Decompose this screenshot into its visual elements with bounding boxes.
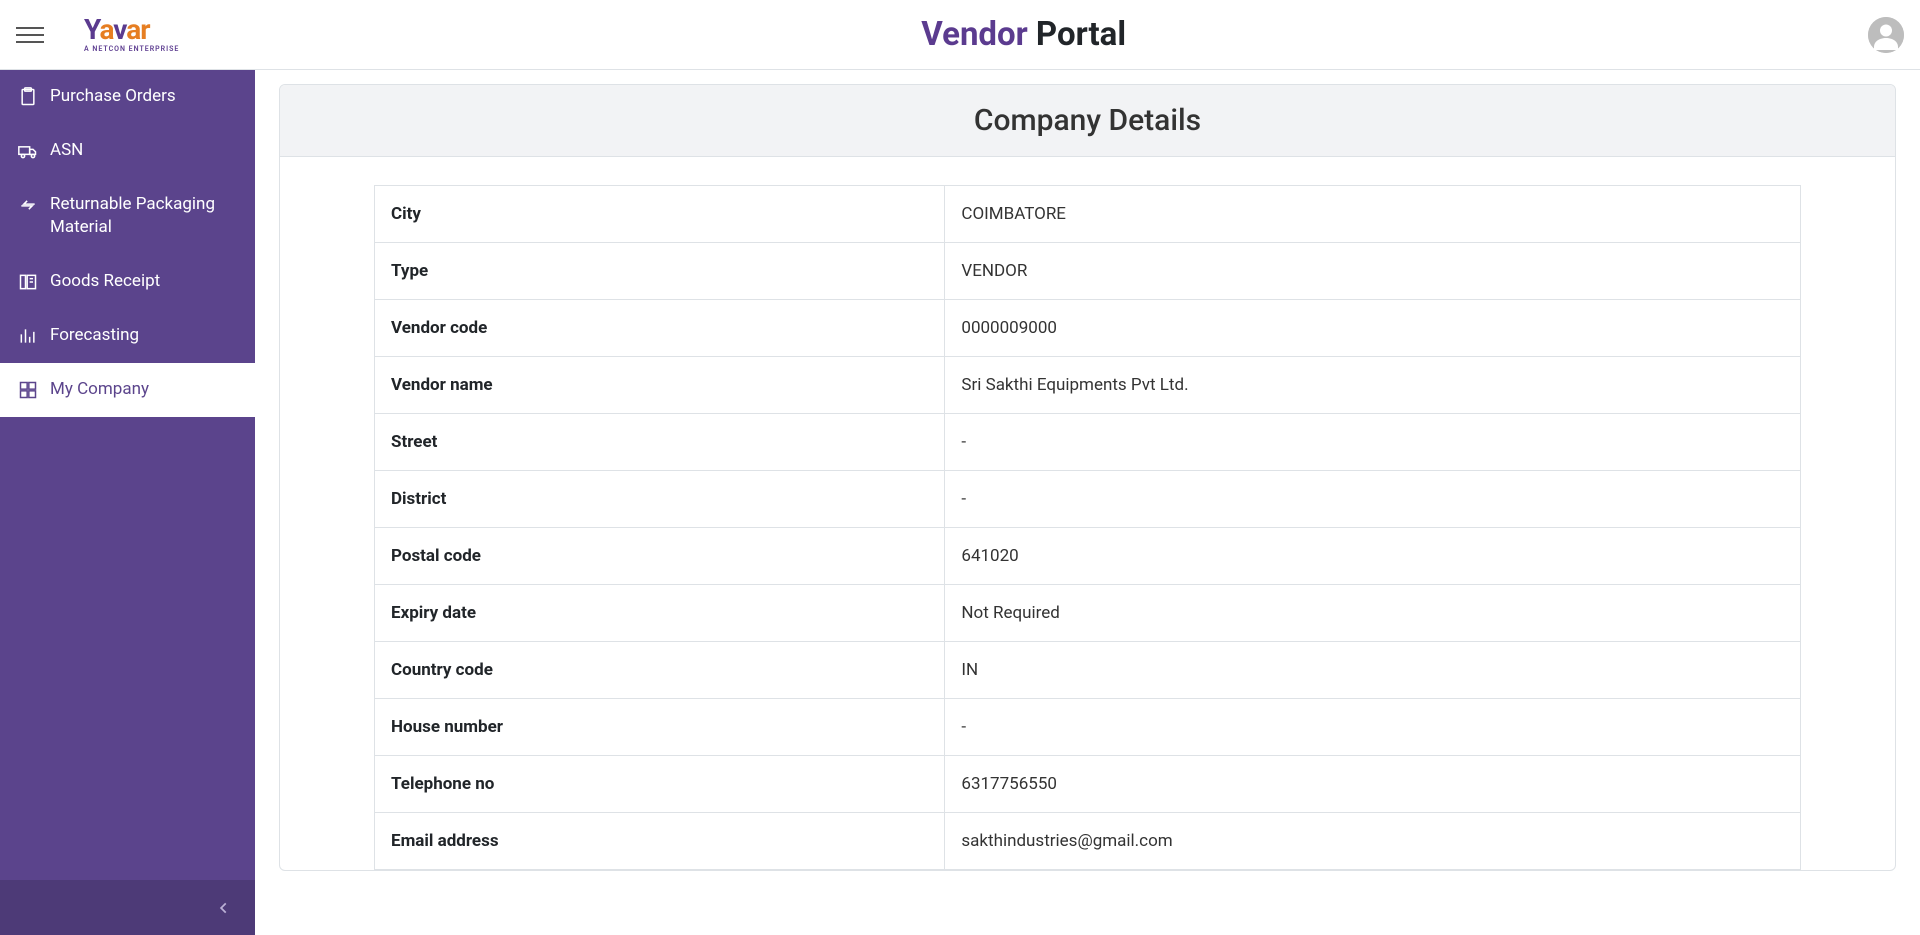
sidebar-item-returnable-packaging[interactable]: Returnable Packaging Material — [0, 178, 255, 256]
company-details-card: Company Details CityCOIMBATORETypeVENDOR… — [279, 84, 1896, 871]
detail-label: Expiry date — [375, 585, 945, 642]
detail-value: Not Required — [945, 585, 1801, 642]
detail-label: Email address — [375, 813, 945, 870]
logo-text: Yavar — [84, 16, 149, 44]
sidebar-menu: Purchase Orders ASN Returnable Packaging… — [0, 70, 255, 880]
detail-value: - — [945, 471, 1801, 528]
detail-label: Street — [375, 414, 945, 471]
sidebar-item-label: ASN — [50, 139, 83, 163]
table-row: House number- — [375, 699, 1801, 756]
clipboard-icon — [18, 87, 38, 107]
sidebar-item-my-company[interactable]: My Company — [0, 363, 255, 417]
main-content: Company Details CityCOIMBATORETypeVENDOR… — [255, 70, 1920, 935]
detail-label: House number — [375, 699, 945, 756]
receipt-icon — [18, 272, 38, 292]
detail-value: Sri Sakthi Equipments Pvt Ltd. — [945, 357, 1801, 414]
detail-value: IN — [945, 642, 1801, 699]
card-title: Company Details — [280, 85, 1895, 157]
detail-value: VENDOR — [945, 243, 1801, 300]
detail-label: Type — [375, 243, 945, 300]
detail-label: City — [375, 186, 945, 243]
title-vendor: Vendor — [921, 15, 1027, 54]
sidebar-item-label: Goods Receipt — [50, 270, 160, 294]
sidebar: Purchase Orders ASN Returnable Packaging… — [0, 70, 255, 935]
table-row: Street- — [375, 414, 1801, 471]
title-portal: Portal — [1028, 15, 1126, 54]
sidebar-item-asn[interactable]: ASN — [0, 124, 255, 178]
sidebar-item-label: Forecasting — [50, 324, 139, 348]
detail-label: District — [375, 471, 945, 528]
detail-value: 6317756550 — [945, 756, 1801, 813]
logo-subtitle: A NETCON ENTERPRISE — [84, 45, 179, 53]
sidebar-item-label: Returnable Packaging Material — [50, 193, 237, 241]
sidebar-item-goods-receipt[interactable]: Goods Receipt — [0, 255, 255, 309]
header: Yavar A NETCON ENTERPRISE Vendor Portal — [0, 0, 1920, 70]
company-icon — [18, 380, 38, 400]
profile-icon[interactable] — [1868, 17, 1904, 53]
table-row: Country codeIN — [375, 642, 1801, 699]
table-row: CityCOIMBATORE — [375, 186, 1801, 243]
table-row: District- — [375, 471, 1801, 528]
detail-label: Country code — [375, 642, 945, 699]
detail-value: COIMBATORE — [945, 186, 1801, 243]
table-row: Telephone no6317756550 — [375, 756, 1801, 813]
table-row: TypeVENDOR — [375, 243, 1801, 300]
detail-value: - — [945, 414, 1801, 471]
detail-label: Vendor name — [375, 357, 945, 414]
chart-icon — [18, 326, 38, 346]
company-details-table: CityCOIMBATORETypeVENDORVendor code00000… — [374, 185, 1801, 870]
table-row: Vendor code0000009000 — [375, 300, 1801, 357]
sidebar-item-label: My Company — [50, 378, 149, 402]
table-row: Postal code641020 — [375, 528, 1801, 585]
detail-value: sakthindustries@gmail.com — [945, 813, 1801, 870]
page-title: Vendor Portal — [179, 15, 1868, 54]
menu-toggle-icon[interactable] — [16, 21, 44, 49]
detail-value: 641020 — [945, 528, 1801, 585]
sidebar-item-forecasting[interactable]: Forecasting — [0, 309, 255, 363]
return-icon — [18, 195, 38, 215]
table-row: Expiry dateNot Required — [375, 585, 1801, 642]
sidebar-item-label: Purchase Orders — [50, 85, 176, 109]
table-row: Vendor nameSri Sakthi Equipments Pvt Ltd… — [375, 357, 1801, 414]
detail-label: Postal code — [375, 528, 945, 585]
layout: Purchase Orders ASN Returnable Packaging… — [0, 70, 1920, 935]
chevron-left-icon — [217, 901, 231, 915]
detail-label: Telephone no — [375, 756, 945, 813]
detail-label: Vendor code — [375, 300, 945, 357]
sidebar-collapse-button[interactable] — [0, 880, 255, 935]
logo[interactable]: Yavar A NETCON ENTERPRISE — [84, 16, 179, 53]
detail-value: 0000009000 — [945, 300, 1801, 357]
card-body: CityCOIMBATORETypeVENDORVendor code00000… — [280, 157, 1895, 870]
table-row: Email addresssakthindustries@gmail.com — [375, 813, 1801, 870]
truck-icon — [18, 141, 38, 161]
detail-value: - — [945, 699, 1801, 756]
sidebar-item-purchase-orders[interactable]: Purchase Orders — [0, 70, 255, 124]
